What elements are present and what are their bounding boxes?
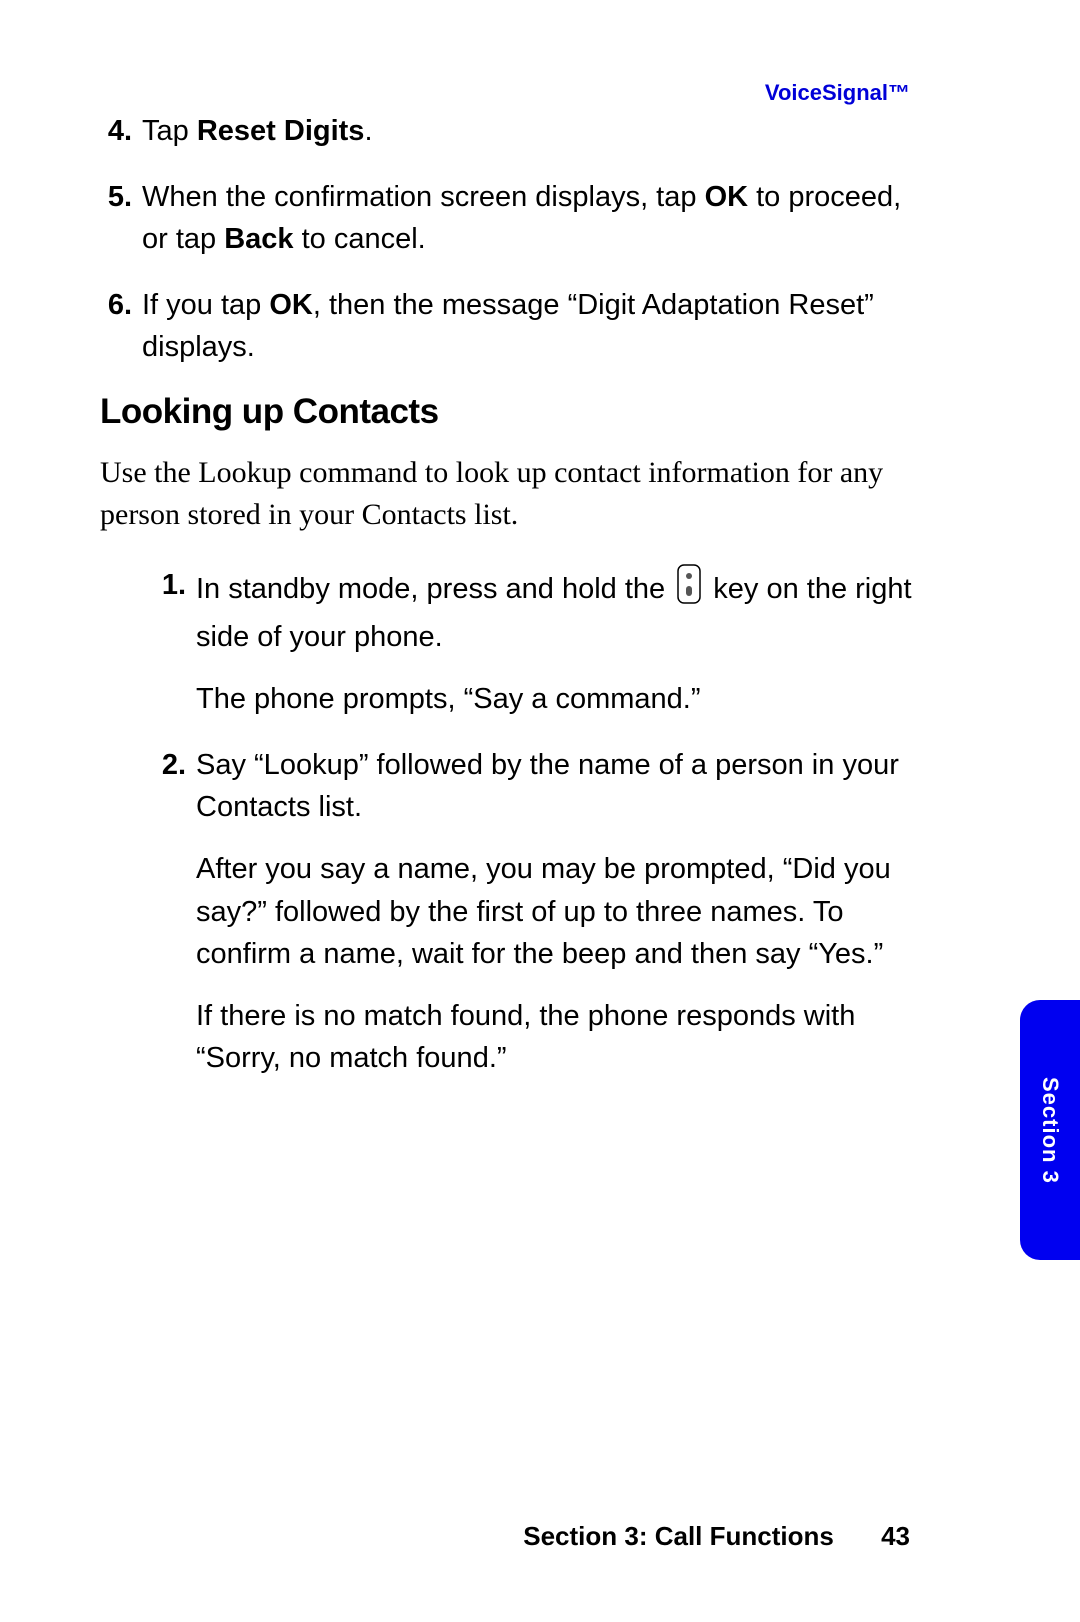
step-number: 1.	[154, 564, 196, 720]
step-body: When the confirmation screen displays, t…	[142, 176, 920, 260]
step-number: 4.	[100, 110, 142, 152]
substep-2: 2. Say “Lookup” followed by the name of …	[154, 744, 920, 1078]
section-heading: Looking up Contacts	[100, 392, 920, 432]
section-intro: Use the Lookup command to look up contac…	[100, 452, 920, 536]
step-body: Say “Lookup” followed by the name of a p…	[196, 744, 920, 1078]
step-prompt-text: The phone prompts, “Say a command.”	[196, 678, 920, 720]
step-text-pre: Tap	[142, 115, 197, 147]
step-body: In standby mode, press and hold the key …	[196, 564, 920, 720]
section-tab: Section 3	[1020, 1000, 1080, 1260]
section-tab-label: Section 3	[1037, 1077, 1063, 1184]
step-line3: If there is no match found, the phone re…	[196, 995, 920, 1079]
page-footer: Section 3: Call Functions 43	[523, 1521, 910, 1552]
sub-steps-list: 1. In standby mode, press and hold the k…	[154, 564, 920, 1078]
footer-page-number: 43	[881, 1521, 910, 1551]
header-chapter-link: VoiceSignal™	[765, 80, 910, 106]
step-4: 4. Tap Reset Digits.	[100, 110, 920, 152]
step-text-post: .	[364, 115, 372, 147]
step-line1: Say “Lookup” followed by the name of a p…	[196, 749, 899, 823]
voice-key-icon	[677, 564, 701, 616]
step-text-bold: Reset Digits	[197, 115, 365, 147]
step-5: 5. When the confirmation screen displays…	[100, 176, 920, 260]
step-text-a: In standby mode, press and hold the	[196, 573, 673, 605]
step-body: Tap Reset Digits.	[142, 110, 920, 152]
step-number: 2.	[154, 744, 196, 1078]
top-steps-list: 4. Tap Reset Digits. 5. When the confirm…	[100, 110, 920, 368]
step-number: 5.	[100, 176, 142, 260]
step-line2: After you say a name, you may be prompte…	[196, 848, 920, 974]
substep-1: 1. In standby mode, press and hold the k…	[154, 564, 920, 720]
step-6: 6. If you tap OK, then the message “Digi…	[100, 284, 920, 368]
footer-section: Section 3: Call Functions	[523, 1521, 834, 1551]
page-content: 4. Tap Reset Digits. 5. When the confirm…	[100, 110, 920, 1103]
step-body: If you tap OK, then the message “Digit A…	[142, 284, 920, 368]
step-number: 6.	[100, 284, 142, 368]
